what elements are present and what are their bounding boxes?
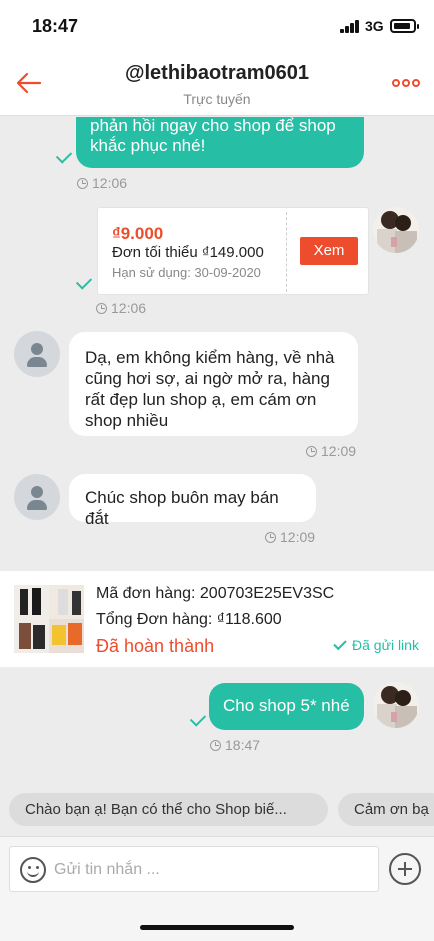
message-bubble[interactable]: phản hồi ngay cho shop để shop khắc phục… (76, 117, 364, 168)
message-time: 18:47 (210, 737, 260, 753)
battery-icon (390, 19, 419, 33)
message-text: phản hồi ngay cho shop để shop khắc phục… (90, 117, 336, 155)
order-status: Đã hoàn thành (96, 636, 215, 656)
home-area (0, 900, 434, 941)
shop-avatar[interactable] (373, 207, 419, 253)
quick-reply-bar: Chào bạn ạ! Bạn có thể cho Shop biế... C… (0, 783, 434, 835)
message-text: Cho shop 5* nhé (223, 696, 350, 715)
voucher-divider (286, 212, 287, 292)
message-time: 12:09 (265, 529, 315, 545)
view-voucher-button[interactable]: Xem (300, 237, 358, 265)
chat-area[interactable]: phản hồi ngay cho shop để shop khắc phục… (0, 117, 434, 763)
clock-icon (77, 177, 88, 189)
order-total: Tổng Đơn hàng: ₫118.600 (96, 611, 282, 628)
clock-icon (210, 739, 221, 751)
read-check-icon (189, 710, 207, 727)
home-indicator[interactable] (140, 925, 294, 930)
read-check-icon (75, 273, 93, 290)
order-card[interactable]: Mã đơn hàng: 200703E25EV3SC Tổng Đơn hàn… (0, 571, 434, 667)
message-time: 12:06 (77, 175, 127, 191)
message-bubble[interactable]: Dạ, em không kiểm hàng, về nhà cũng hơi … (69, 332, 358, 436)
network-type: 3G (365, 18, 384, 34)
quick-reply-chip[interactable]: Chào bạn ạ! Bạn có thể cho Shop biế... (9, 793, 328, 826)
plus-icon[interactable] (389, 853, 421, 885)
message-time: 12:09 (306, 443, 356, 459)
message-input[interactable]: Gửi tin nhắn ... (9, 846, 379, 892)
clock-icon (306, 445, 317, 457)
clock-icon (96, 302, 107, 314)
read-check-icon (55, 147, 73, 164)
customer-avatar[interactable] (14, 474, 60, 520)
voucher-expiry: Hạn sử dụng: 30-09-2020 (112, 265, 261, 280)
voucher-card[interactable]: ₫9.000 Đơn tối thiểu ₫149.000 Hạn sử dụn… (97, 207, 369, 295)
check-icon (333, 636, 347, 650)
more-options-icon[interactable] (392, 78, 420, 88)
online-status: Trực tuyến (183, 91, 251, 107)
status-bar: 18:47 3G (0, 0, 434, 52)
input-placeholder: Gửi tin nhắn ... (54, 861, 160, 878)
link-sent-status: Đã gửi link (333, 636, 419, 653)
message-time: 12:06 (96, 300, 146, 316)
voucher-min-order: Đơn tối thiểu ₫149.000 (112, 244, 264, 261)
status-time: 18:47 (32, 16, 79, 36)
signal-icon (340, 20, 360, 33)
clock-icon (265, 531, 276, 543)
voucher-amount: ₫9.000 (112, 224, 164, 243)
message-text: Chúc shop buôn may bán đắt (85, 488, 279, 528)
message-bubble[interactable]: Cho shop 5* nhé (209, 683, 364, 730)
message-bubble[interactable]: Chúc shop buôn may bán đắt (69, 474, 316, 528)
order-thumbnail (14, 585, 84, 653)
shop-avatar[interactable] (373, 682, 419, 728)
emoji-icon[interactable] (20, 857, 46, 883)
message-text: Dạ, em không kiểm hàng, về nhà cũng hơi … (85, 348, 335, 430)
chat-header: @lethibaotram0601 Trực tuyến (0, 52, 434, 116)
quick-reply-chip[interactable]: Cảm ơn bạ (338, 793, 434, 826)
chat-title: @lethibaotram0601 (124, 62, 309, 84)
order-code: Mã đơn hàng: 200703E25EV3SC (96, 585, 335, 602)
customer-avatar[interactable] (14, 331, 60, 377)
input-bar: Gửi tin nhắn ... (0, 836, 434, 900)
